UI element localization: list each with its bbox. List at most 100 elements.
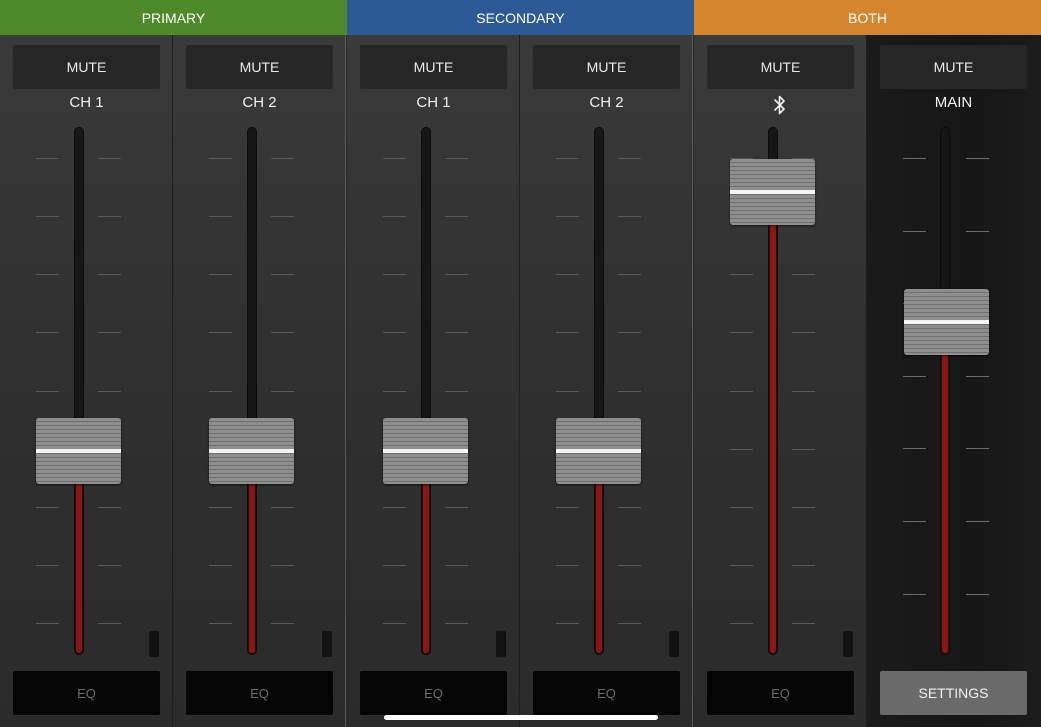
fader-scale-tick <box>383 274 406 275</box>
mute-button[interactable]: MUTE <box>707 45 854 89</box>
eq-button[interactable]: EQ <box>360 671 507 715</box>
fader-scale-tick <box>730 391 753 392</box>
fader-track[interactable] <box>74 127 84 655</box>
group-primary[interactable]: PRIMARY <box>0 0 347 35</box>
mute-button[interactable]: MUTE <box>360 45 507 89</box>
eq-button[interactable]: EQ <box>533 671 680 715</box>
fader-knob[interactable] <box>209 418 294 485</box>
channel-strip-bluetooth: MUTE EQ <box>694 35 867 727</box>
fader-scale <box>347 35 520 727</box>
fader-knob[interactable] <box>730 159 815 226</box>
fader-scale-tick <box>98 274 121 275</box>
fader-scale-tick <box>445 158 468 159</box>
fader-knob[interactable] <box>36 418 121 485</box>
fader-track[interactable] <box>594 127 604 655</box>
fader-scale-tick <box>36 623 59 624</box>
group-header: PRIMARY SECONDARY BOTH <box>0 0 1041 35</box>
fader-scale-tick <box>792 391 815 392</box>
fader-scale-tick <box>98 332 121 333</box>
fader-scale-tick <box>792 623 815 624</box>
fader-scale-tick <box>730 274 753 275</box>
fader-scale-tick <box>36 274 59 275</box>
fader-level-fill <box>942 321 948 653</box>
fader-scale-tick <box>792 449 815 450</box>
fader-scale-tick <box>966 521 989 522</box>
fader-track[interactable] <box>421 127 431 655</box>
fader-scale-tick <box>445 332 468 333</box>
channel-label: CH 2 <box>242 94 277 111</box>
fader-scale-tick <box>730 449 753 450</box>
fader-scale-tick <box>271 158 294 159</box>
fader-scale-tick <box>556 216 579 217</box>
fader-scale-tick <box>445 391 468 392</box>
fader-scale <box>0 35 173 727</box>
fader-scale-tick <box>618 332 641 333</box>
group-both[interactable]: BOTH <box>694 0 1041 35</box>
fader-scale-tick <box>903 448 926 449</box>
channel-strip-main: MUTE MAIN SETTINGS <box>867 35 1041 727</box>
fader-knob[interactable] <box>904 288 989 355</box>
fader-scale-tick <box>903 376 926 377</box>
fader-scale-tick <box>209 391 232 392</box>
fader-scale-tick <box>966 158 989 159</box>
fader-scale <box>520 35 693 727</box>
fader-scale <box>867 35 1040 727</box>
eq-button[interactable]: EQ <box>186 671 333 715</box>
fader-scale-tick <box>730 565 753 566</box>
fader-scale-tick <box>903 231 926 232</box>
fader-scale-tick <box>383 623 406 624</box>
fader-scale-tick <box>903 521 926 522</box>
fader-scale-tick <box>383 158 406 159</box>
eq-button[interactable]: EQ <box>13 671 160 715</box>
meter-indicator <box>149 631 159 657</box>
fader-scale-tick <box>730 623 753 624</box>
mute-button[interactable]: MUTE <box>880 45 1027 89</box>
channel-label: CH 2 <box>589 94 624 111</box>
fader-scale-tick <box>792 274 815 275</box>
fader-scale-tick <box>98 623 121 624</box>
fader-scale-tick <box>209 216 232 217</box>
fader-knob[interactable] <box>556 418 641 485</box>
channel-label: CH 1 <box>69 94 104 111</box>
meter-indicator <box>496 631 506 657</box>
channel-strip-primary-ch1: MUTE CH 1 EQ <box>0 35 173 727</box>
fader-scale-tick <box>618 565 641 566</box>
fader-scale <box>173 35 346 727</box>
channel-strips: MUTE CH 1 EQ MUTE CH 2 EQ MUTE CH 1 EQ M… <box>0 35 1041 727</box>
fader-scale-tick <box>36 565 59 566</box>
fader-scale-tick <box>209 274 232 275</box>
fader-scale-tick <box>966 376 989 377</box>
fader-scale-tick <box>618 623 641 624</box>
fader-scale-tick <box>792 507 815 508</box>
fader-scale-tick <box>618 216 641 217</box>
fader-scale-tick <box>556 565 579 566</box>
fader-level-fill <box>770 192 776 653</box>
fader-scale-tick <box>556 507 579 508</box>
fader-scale-tick <box>36 507 59 508</box>
fader-scale-tick <box>792 565 815 566</box>
mute-button[interactable]: MUTE <box>13 45 160 89</box>
fader-scale-tick <box>556 332 579 333</box>
mixer-app: PRIMARY SECONDARY BOTH MUTE CH 1 EQ MUTE… <box>0 0 1041 727</box>
fader-scale-tick <box>556 158 579 159</box>
mute-button[interactable]: MUTE <box>186 45 333 89</box>
fader-scale-tick <box>445 274 468 275</box>
fader-scale-tick <box>271 274 294 275</box>
fader-scale-tick <box>618 507 641 508</box>
eq-button[interactable]: EQ <box>707 671 854 715</box>
fader-track[interactable] <box>247 127 257 655</box>
mute-button[interactable]: MUTE <box>533 45 680 89</box>
fader-scale-tick <box>445 565 468 566</box>
fader-scale-tick <box>445 623 468 624</box>
fader-scale-tick <box>618 391 641 392</box>
fader-scale-tick <box>271 216 294 217</box>
fader-knob[interactable] <box>383 418 468 485</box>
fader-scale-tick <box>383 565 406 566</box>
group-secondary[interactable]: SECONDARY <box>347 0 694 35</box>
fader-scale-tick <box>36 391 59 392</box>
bluetooth-icon <box>774 95 785 115</box>
fader-scale-tick <box>98 391 121 392</box>
settings-button[interactable]: SETTINGS <box>880 671 1027 715</box>
fader-track[interactable] <box>940 127 950 655</box>
channel-strip-secondary-ch1: MUTE CH 1 EQ <box>347 35 520 727</box>
